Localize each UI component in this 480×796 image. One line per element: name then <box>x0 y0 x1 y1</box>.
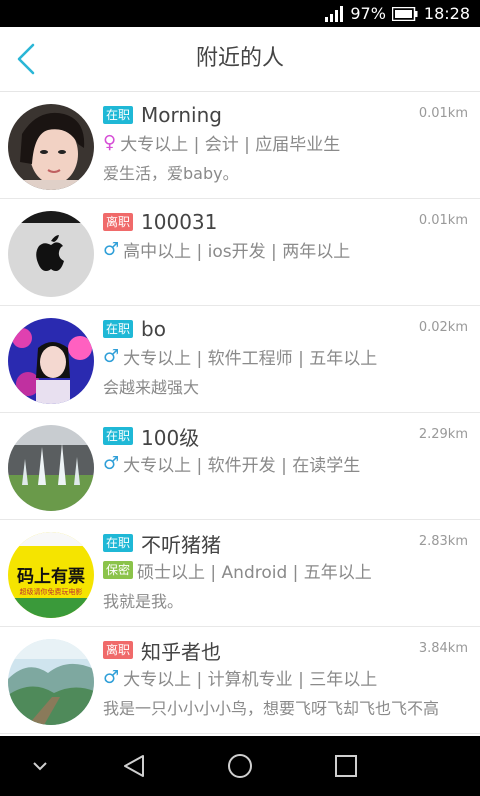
distance: 2.83km <box>418 534 468 549</box>
recent-apps-button[interactable] <box>316 736 376 796</box>
list-item[interactable]: 在职 100级 2.29km ♂ 大专以上 | 软件开发 | 在读学生 <box>0 413 480 520</box>
user-name: Morning <box>141 103 222 127</box>
nearby-people-list: 在职 Morning 0.01km ♀ 大专以上 | 会计 | 应届毕业生 爱生… <box>0 92 480 736</box>
clock: 18:28 <box>423 4 470 23</box>
user-name: 100级 <box>141 425 200 450</box>
user-bio <box>103 481 473 505</box>
male-icon: ♂ <box>103 452 120 474</box>
title-bar: 附近的人 <box>0 27 480 92</box>
female-icon: ♀ <box>103 131 117 153</box>
profile-info: 大专以上 | 会计 | 应届毕业生 <box>120 134 341 155</box>
home-button[interactable] <box>210 736 270 796</box>
hide-keyboard-button[interactable] <box>10 736 70 796</box>
list-item[interactable]: 离职 知乎者也 3.84km ♂ 大专以上 | 计算机专业 | 三年以上 我是一… <box>0 627 480 734</box>
user-name: 100031 <box>141 210 218 234</box>
battery-percent: 97% <box>350 4 386 23</box>
square-recents-icon <box>335 755 357 777</box>
avatar[interactable]: 码上有票 超级请你免费玩电影 <box>8 532 94 618</box>
user-bio <box>103 267 473 291</box>
navigation-bar <box>0 736 480 796</box>
distance: 0.01km <box>418 213 468 228</box>
distance: 0.02km <box>418 320 468 335</box>
avatar[interactable] <box>8 211 94 297</box>
user-name: 知乎者也 <box>141 639 222 664</box>
avatar[interactable] <box>8 425 94 511</box>
list-item[interactable]: 码上有票 超级请你免费玩电影 在职 不听猪猪 2.83km 保密 硕士以上 | … <box>0 520 480 627</box>
profile-info: 大专以上 | 软件工程师 | 五年以上 <box>123 348 378 369</box>
avatar[interactable] <box>8 639 94 725</box>
avatar-banner-text: 码上有票 <box>17 566 85 587</box>
user-name: 不听猪猪 <box>141 532 222 557</box>
battery-icon <box>391 6 418 21</box>
distance: 0.01km <box>418 106 468 121</box>
user-bio: 会越来越强大 <box>103 378 200 397</box>
avatar-banner-subtext: 超级请你免费玩电影 <box>20 587 83 596</box>
user-bio: 爱生活，爱baby。 <box>103 164 239 183</box>
user-bio: 我就是我。 <box>103 592 184 611</box>
gender-secret-badge: 保密 <box>103 561 134 579</box>
status-badge: 在职 <box>103 534 134 552</box>
status-badge: 在职 <box>103 320 134 338</box>
status-badge: 在职 <box>103 106 134 124</box>
profile-info: 硕士以上 | Android | 五年以上 <box>137 562 372 583</box>
triangle-back-icon <box>124 755 144 777</box>
signal-icon <box>324 5 344 22</box>
distance: 2.29km <box>418 427 468 442</box>
list-item[interactable]: 离职 100031 0.01km ♂ 高中以上 | ios开发 | 两年以上 <box>0 199 480 306</box>
user-bio: 我是一只小小小小鸟，想要飞呀飞却飞也飞不高 <box>103 699 440 718</box>
profile-info: 大专以上 | 软件开发 | 在读学生 <box>123 455 361 476</box>
list-item[interactable]: 在职 bo 0.02km ♂ 大专以上 | 软件工程师 | 五年以上 会越来越强… <box>0 306 480 413</box>
status-badge: 离职 <box>103 213 134 231</box>
male-icon: ♂ <box>103 345 120 367</box>
home-circle-icon <box>228 754 252 778</box>
status-bar: 97% 18:28 <box>0 0 480 27</box>
page-title: 附近的人 <box>195 46 284 71</box>
avatar[interactable] <box>8 318 94 404</box>
list-item[interactable]: 在职 Morning 0.01km ♀ 大专以上 | 会计 | 应届毕业生 爱生… <box>0 92 480 199</box>
back-nav-button[interactable] <box>104 736 164 796</box>
user-name: bo <box>141 317 166 341</box>
profile-info: 高中以上 | ios开发 | 两年以上 <box>123 241 351 262</box>
distance: 3.84km <box>418 641 468 656</box>
status-badge: 离职 <box>103 641 134 659</box>
male-icon: ♂ <box>103 666 120 688</box>
chevron-down-icon <box>33 762 47 771</box>
status-badge: 在职 <box>103 427 134 445</box>
profile-info: 大专以上 | 计算机专业 | 三年以上 <box>123 669 378 690</box>
avatar[interactable] <box>8 104 94 190</box>
male-icon: ♂ <box>103 238 120 260</box>
